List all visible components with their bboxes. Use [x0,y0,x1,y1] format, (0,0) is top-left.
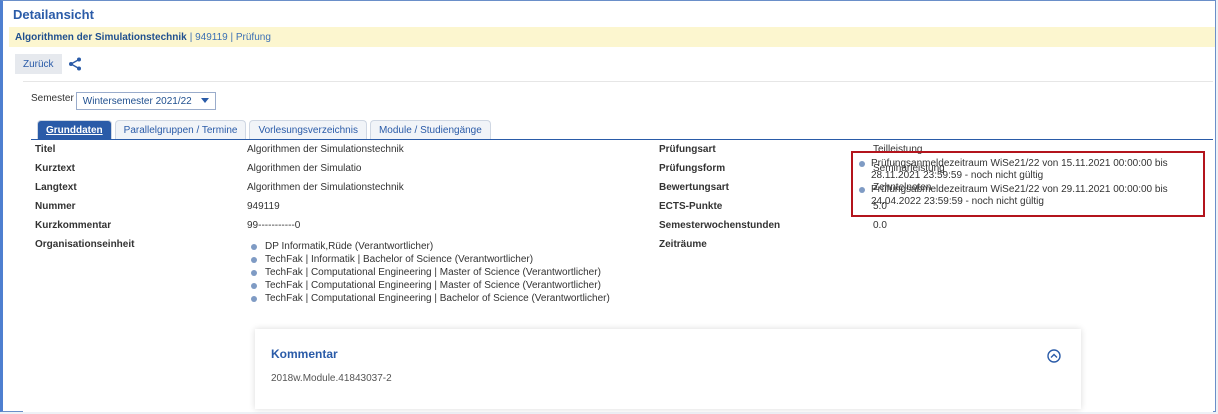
tab-parallelgruppen[interactable]: Parallelgruppen / Termine [114,120,247,139]
field-value: 949119 [247,201,280,212]
field-label: Organisationseinheit [35,239,135,250]
list-item: DP Informatik,Rüde (Verantwortlicher) [247,240,627,253]
tab-module-studiengaenge[interactable]: Module / Studiengänge [369,120,491,139]
field-value: 0.0 [873,220,887,231]
org-list: DP Informatik,Rüde (Verantwortlicher) Te… [247,240,627,305]
semester-label: Semester [31,92,74,104]
list-item: TechFak | Informatik | Bachelor of Scien… [247,253,627,266]
field-label: Langtext [35,182,77,193]
breadcrumb-details: | 949119 | Prüfung [189,31,271,43]
zeitraeume-highlight-box: Prüfungsanmeldezeitraum WiSe21/22 von 15… [851,151,1205,217]
window-frame: Detailansicht Algorithmen der Simulation… [0,0,1216,412]
share-icon[interactable] [68,57,82,71]
field-label: Zeiträume [659,239,707,250]
toolbar: Zurück [15,53,82,75]
field-label: Semesterwochenstunden [659,220,781,231]
field-value: Algorithmen der Simulatio [247,163,362,174]
list-item: TechFak | Computational Engineering | Ma… [247,279,627,292]
list-item: TechFak | Computational Engineering | Ba… [247,292,627,305]
tab-bar: Grunddaten Parallelgruppen / Termine Vor… [37,120,494,139]
tab-grunddaten[interactable]: Grunddaten [37,120,112,139]
chevron-down-icon [200,98,209,103]
kommentar-value: 2018w.Module.41843037-2 [271,373,392,384]
tab-underline [31,139,1213,140]
field-label: Bewertungsart [659,182,730,193]
field-label: Prüfungsart [659,144,716,155]
field-value: Algorithmen der Simulationstechnik [247,144,404,155]
zeitraeume-list: Prüfungsanmeldezeitraum WiSe21/22 von 15… [859,158,1195,210]
field-value: Algorithmen der Simulationstechnik [247,182,404,193]
kommentar-title: Kommentar [271,347,338,361]
field-label: Titel [35,144,56,155]
semester-select[interactable]: Wintersemester 2021/22 [75,92,216,110]
field-value: 99-----------0 [247,220,301,231]
chevron-up-circle-icon[interactable] [1047,349,1061,363]
semester-selected: Wintersemester 2021/22 [82,95,192,107]
tab-vorlesungsverzeichnis[interactable]: Vorlesungsverzeichnis [249,120,367,139]
breadcrumb: Algorithmen der Simulationstechnik | 949… [9,27,1215,47]
field-label: Nummer [35,201,76,212]
field-label: Kurzkommentar [35,220,112,231]
list-item: TechFak | Computational Engineering | Ma… [247,266,627,279]
field-label: Kurztext [35,163,76,174]
page-title: Detailansicht [13,7,94,22]
list-item: Prüfungsanmeldezeitraum WiSe21/22 von 15… [859,158,1195,182]
field-label: Prüfungsform [659,163,726,174]
field-label: ECTS-Punkte [659,201,723,212]
semester-row: Semester Wintersemester 2021/22 [31,92,216,110]
kommentar-panel: Kommentar 2018w.Module.41843037-2 [255,329,1081,409]
breadcrumb-course: Algorithmen der Simulationstechnik [15,31,187,43]
back-button[interactable]: Zurück [15,54,62,74]
list-item: Prüfungsabmeldezeitraum WiSe21/22 von 29… [859,184,1195,208]
